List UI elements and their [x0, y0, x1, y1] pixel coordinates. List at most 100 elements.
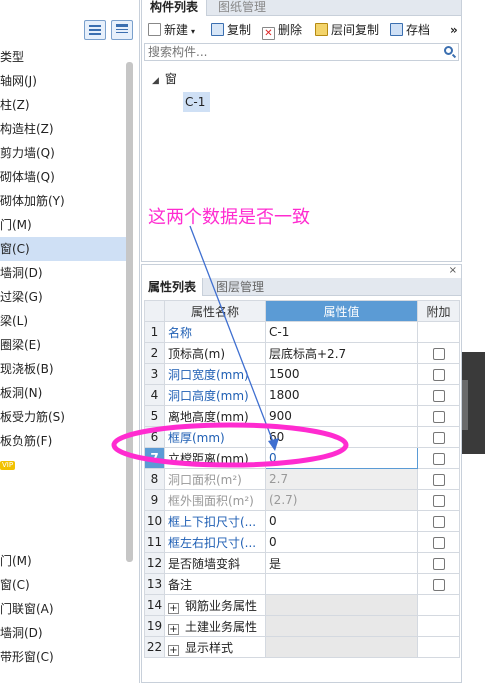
tree-node-c1[interactable]: C-1: [183, 92, 210, 112]
close-icon[interactable]: ×: [449, 265, 457, 276]
property-value[interactable]: 60: [265, 426, 418, 448]
sidebar-item[interactable]: VIP: [0, 453, 130, 477]
sidebar-item[interactable]: [0, 501, 130, 525]
sidebar-item[interactable]: 墙洞(D): [0, 621, 130, 645]
table-row[interactable]: 3 洞口宽度(mm) 1500: [144, 363, 460, 385]
table-row[interactable]: 22 + 显示样式: [144, 636, 460, 658]
property-value[interactable]: 层底标高+2.7: [265, 342, 418, 364]
property-name[interactable]: + 钢筋业务属性: [164, 594, 266, 616]
expand-triangle-icon[interactable]: ◢: [152, 76, 159, 86]
sidebar-item[interactable]: 过梁(G): [0, 285, 130, 309]
expand-plus-icon[interactable]: +: [168, 644, 179, 656]
new-button[interactable]: 新建 ▾: [148, 21, 195, 39]
sidebar-item[interactable]: 轴网(J): [0, 69, 130, 93]
sidebar-item[interactable]: 柱(Z): [0, 93, 130, 117]
extra-checkbox[interactable]: [432, 431, 445, 444]
property-value[interactable]: 1800: [265, 384, 418, 406]
table-row[interactable]: 5 离地高度(mm) 900: [144, 405, 460, 427]
tab-layer-management[interactable]: 图层管理: [210, 278, 270, 296]
sidebar-item[interactable]: 构造柱(Z): [0, 117, 130, 141]
list-view-icon[interactable]: [84, 20, 106, 40]
extra-checkbox[interactable]: [432, 557, 445, 570]
sidebar-item[interactable]: 砌体加筋(Y): [0, 189, 130, 213]
copy-button[interactable]: 复制: [211, 21, 251, 39]
sidebar-item[interactable]: 砌体墙(Q): [0, 165, 130, 189]
floor-copy-button[interactable]: 层间复制: [315, 21, 379, 39]
expand-plus-icon[interactable]: +: [168, 602, 179, 614]
table-row[interactable]: 13 备注: [144, 573, 460, 595]
table-row[interactable]: 7 立樘距离(mm): [144, 447, 460, 469]
property-grid: 属性名称 属性值 附加 1 名称 C-1 2 顶标高(m) 层底标高+2.7 3 洞口宽度(m…: [144, 300, 460, 658]
extra-checkbox[interactable]: [432, 389, 445, 402]
table-row[interactable]: 14 + 钢筋业务属性: [144, 594, 460, 616]
table-row[interactable]: 2 顶标高(m) 层底标高+2.7: [144, 342, 460, 364]
property-value[interactable]: 900: [265, 405, 418, 427]
search-icon[interactable]: [444, 46, 453, 55]
sidebar-item[interactable]: 门联窗(A): [0, 597, 130, 621]
expand-plus-icon[interactable]: +: [168, 623, 179, 635]
dock-handle[interactable]: [462, 380, 468, 430]
property-value[interactable]: 2.7: [265, 468, 418, 490]
sidebar-item[interactable]: 窗(C): [0, 237, 130, 261]
sidebar-item[interactable]: 圈梁(E): [0, 333, 130, 357]
sidebar-item[interactable]: [0, 525, 130, 549]
property-value[interactable]: 1500: [265, 363, 418, 385]
row-number: 6: [144, 426, 165, 448]
sidebar-item-label: 过梁(G): [0, 290, 43, 304]
sidebar-item[interactable]: 板受力筋(S): [0, 405, 130, 429]
sidebar-item[interactable]: 剪力墙(Q): [0, 141, 130, 165]
tab-drawing-management[interactable]: 图纸管理: [210, 0, 274, 16]
property-value[interactable]: 是: [265, 552, 418, 574]
tab-component-list[interactable]: 构件列表: [142, 0, 208, 16]
table-row[interactable]: 1 名称 C-1: [144, 321, 460, 343]
extra-checkbox[interactable]: [432, 452, 445, 465]
table-row[interactable]: 11 框左右扣尺寸(... 0: [144, 531, 460, 553]
extra-checkbox[interactable]: [432, 578, 445, 591]
left-scrollbar[interactable]: [126, 62, 133, 562]
delete-button[interactable]: ✕ 删除: [262, 21, 302, 40]
sidebar-item[interactable]: 窗(C): [0, 573, 130, 597]
property-value[interactable]: 0: [265, 531, 418, 553]
table-row[interactable]: 6 框厚(mm) 60: [144, 426, 460, 448]
sidebar-item[interactable]: 板负筋(F): [0, 429, 130, 453]
extra-checkbox[interactable]: [432, 536, 445, 549]
sidebar-item[interactable]: 带形窗(C): [0, 645, 130, 669]
group-label: 钢筋业务属性: [185, 598, 258, 613]
sidebar-item[interactable]: 墙洞(D): [0, 261, 130, 285]
table-row[interactable]: 19 + 土建业务属性: [144, 615, 460, 637]
detail-view-icon[interactable]: [111, 20, 133, 40]
sidebar-item[interactable]: 类型: [0, 45, 130, 69]
table-row[interactable]: 9 框外围面积(m²) (2.7): [144, 489, 460, 511]
property-name[interactable]: + 显示样式: [164, 636, 266, 658]
table-row[interactable]: 10 框上下扣尺寸(... 0: [144, 510, 460, 532]
extra-checkbox[interactable]: [432, 494, 445, 507]
table-row[interactable]: 12 是否随墙变斜是: [144, 552, 460, 574]
sidebar-item[interactable]: 梁(L): [0, 309, 130, 333]
extra-checkbox[interactable]: [432, 515, 445, 528]
extra-checkbox[interactable]: [432, 410, 445, 423]
search-input[interactable]: [145, 44, 425, 60]
extra-checkbox[interactable]: [432, 368, 445, 381]
tab-property-list[interactable]: 属性列表: [142, 278, 204, 296]
tree-node-window[interactable]: ◢ 窗: [152, 70, 177, 87]
sidebar-item[interactable]: [0, 477, 130, 501]
property-value-input[interactable]: [269, 451, 414, 465]
sidebar-item[interactable]: 板洞(N): [0, 381, 130, 405]
property-value[interactable]: [265, 447, 418, 469]
sidebar-item[interactable]: 门(M): [0, 213, 130, 237]
property-value[interactable]: 0: [265, 510, 418, 532]
property-name[interactable]: + 土建业务属性: [164, 615, 266, 637]
extra-checkbox[interactable]: [432, 347, 445, 360]
table-row[interactable]: 8 洞口面积(m²) 2.7: [144, 468, 460, 490]
sidebar-item[interactable]: 现浇板(B): [0, 357, 130, 381]
table-row[interactable]: 4 洞口高度(mm) 1800: [144, 384, 460, 406]
property-value[interactable]: (2.7): [265, 489, 418, 511]
sidebar-item[interactable]: 门(M): [0, 549, 130, 573]
save-archive-button[interactable]: 存档: [390, 21, 430, 39]
property-name: 框厚(mm): [164, 426, 266, 448]
extra-checkbox[interactable]: [432, 473, 445, 486]
toolbar-more-button[interactable]: »: [450, 21, 458, 39]
property-value[interactable]: [265, 573, 418, 595]
property-value: [265, 594, 418, 616]
property-value[interactable]: C-1: [265, 321, 418, 343]
